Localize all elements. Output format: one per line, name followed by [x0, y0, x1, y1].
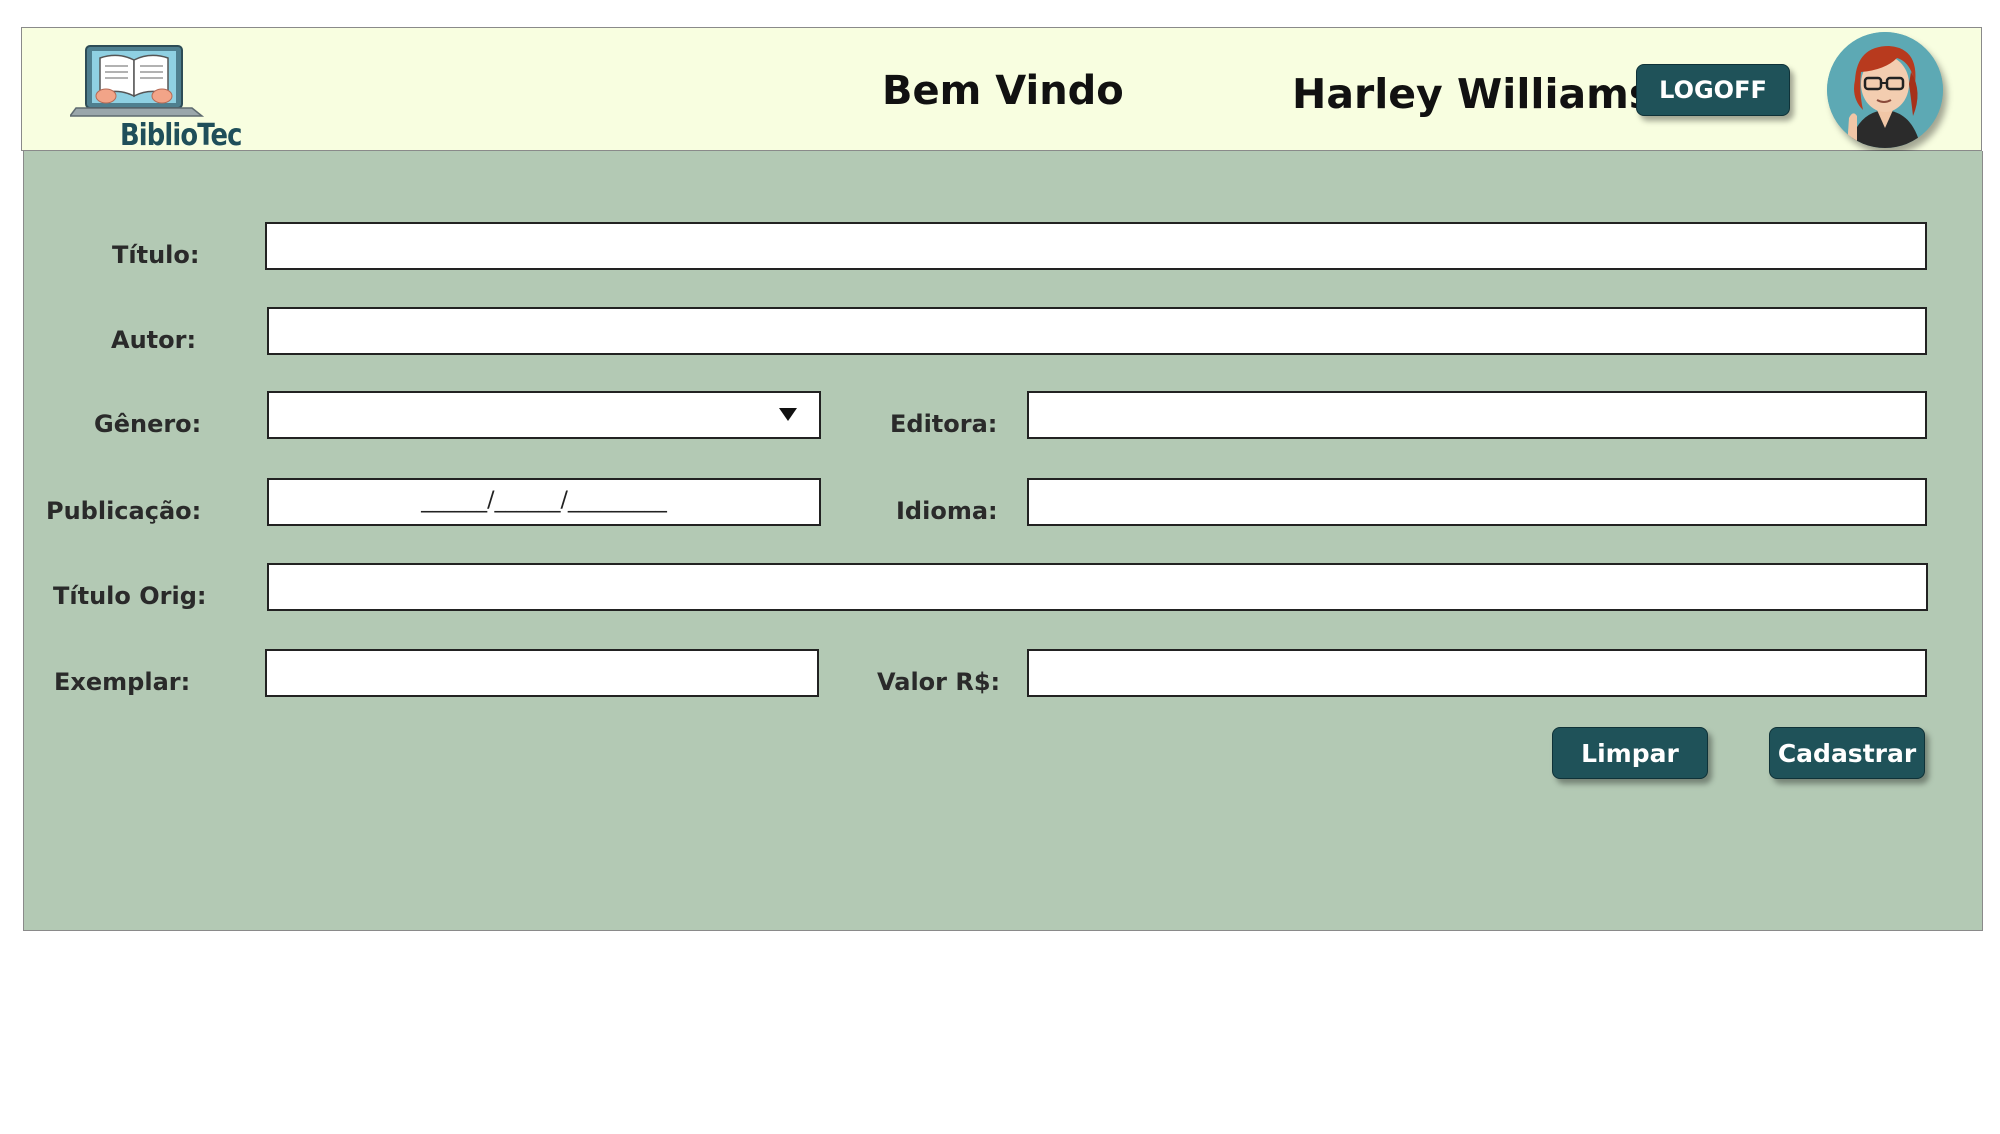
book-laptop-logo-icon	[68, 45, 205, 117]
idioma-label: Idioma:	[896, 497, 998, 525]
titulo-orig-label: Título Orig:	[53, 582, 207, 610]
exemplar-input[interactable]	[265, 649, 819, 697]
header-bar: BiblioTec Bem Vindo Harley Williams LOGO…	[21, 27, 1982, 153]
exemplar-label: Exemplar:	[54, 668, 191, 696]
editora-input[interactable]	[1027, 391, 1927, 439]
genero-select[interactable]	[267, 391, 821, 439]
cadastrar-button[interactable]: Cadastrar	[1769, 727, 1925, 779]
welcome-text: Bem Vindo	[882, 68, 1124, 114]
valor-input[interactable]	[1027, 649, 1927, 697]
app-logo[interactable]: BiblioTec	[68, 40, 242, 153]
user-avatar-icon	[1827, 32, 1943, 148]
app-window: BiblioTec Bem Vindo Harley Williams LOGO…	[21, 27, 1984, 932]
titulo-input[interactable]	[265, 222, 1927, 270]
genero-label: Gênero:	[94, 410, 202, 438]
user-avatar[interactable]	[1827, 32, 1943, 148]
date-mask: ______/______/_________	[421, 488, 667, 513]
logo-text: BiblioTec	[120, 118, 242, 153]
publicacao-label: Publicação:	[46, 497, 202, 525]
editora-label: Editora:	[890, 410, 998, 438]
titulo-label: Título:	[112, 241, 200, 269]
idioma-input[interactable]	[1027, 478, 1927, 526]
user-name: Harley Williams	[1292, 70, 1654, 118]
autor-input[interactable]	[267, 307, 1927, 355]
chevron-down-icon[interactable]	[779, 408, 797, 421]
titulo-orig-input[interactable]	[267, 563, 1928, 611]
valor-label: Valor R$:	[877, 668, 1001, 696]
book-registration-form: Título: Autor: Gênero: Editora: Publicaç…	[23, 151, 1983, 931]
autor-label: Autor:	[111, 326, 197, 354]
publicacao-date-input[interactable]: ______/______/_________	[267, 478, 821, 526]
logoff-button[interactable]: LOGOFF	[1636, 64, 1790, 116]
limpar-button[interactable]: Limpar	[1552, 727, 1708, 779]
